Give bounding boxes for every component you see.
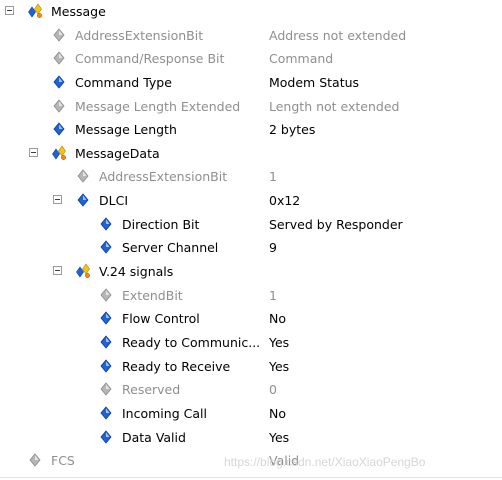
collapse-toggle-icon[interactable] — [53, 195, 62, 205]
blue-diamond-icon — [98, 429, 114, 445]
field-name: Command Type — [75, 74, 172, 90]
group-icon — [51, 145, 67, 161]
tree-row[interactable]: Incoming Call No — [0, 402, 502, 426]
field-value: Command — [269, 51, 334, 67]
tree-row[interactable]: ExtendBit 1 — [0, 284, 502, 308]
field-value: 0 — [269, 382, 277, 398]
field-name: ExtendBit — [122, 287, 183, 303]
tree-row[interactable]: MessageData — [0, 142, 502, 166]
gray-diamond-icon — [98, 381, 114, 397]
gray-diamond-icon — [51, 98, 67, 114]
field-name: V.24 signals — [99, 264, 174, 280]
gray-diamond-icon — [75, 168, 91, 184]
field-name: Server Channel — [122, 240, 219, 256]
tree-row[interactable]: Ready to Receive Yes — [0, 355, 502, 379]
tree-row[interactable]: Direction Bit Served by Responder — [0, 213, 502, 237]
blue-diamond-icon — [98, 405, 114, 421]
bottom-divider — [0, 477, 502, 478]
field-name: Reserved — [122, 382, 181, 398]
gray-diamond-icon — [27, 452, 43, 468]
field-value: 2 bytes — [269, 122, 316, 138]
field-value: No — [269, 405, 286, 421]
gray-diamond-icon — [51, 50, 67, 66]
field-value: Address not extended — [269, 27, 407, 43]
tree-row[interactable]: Command/Response Bit Command — [0, 47, 502, 71]
tree-row[interactable]: Message Length 2 bytes — [0, 118, 502, 142]
field-name: Direction Bit — [122, 216, 200, 232]
tree-row[interactable]: Data Valid Yes — [0, 426, 502, 450]
field-name: FCS — [51, 453, 75, 469]
blue-diamond-icon — [51, 121, 67, 137]
field-name: MessageData — [75, 145, 160, 161]
field-name: Incoming Call — [122, 405, 207, 421]
group-icon — [75, 263, 91, 279]
field-value: 9 — [269, 240, 277, 256]
tree-row[interactable]: Flow Control No — [0, 307, 502, 331]
field-name: Command/Response Bit — [75, 51, 225, 67]
field-name: AddressExtensionBit — [99, 169, 228, 185]
tree-row[interactable]: Command Type Modem Status — [0, 71, 502, 95]
field-value: Yes — [269, 358, 290, 374]
tree-row[interactable]: DLCI 0x12 — [0, 189, 502, 213]
watermark: https://blog.csdn.net/XiaoXiaoPengBo — [224, 455, 426, 469]
blue-diamond-icon — [75, 192, 91, 208]
collapse-toggle-icon[interactable] — [29, 147, 38, 157]
field-value: Yes — [269, 429, 290, 445]
collapse-toggle-icon[interactable] — [5, 6, 14, 15]
message-tree: Message AddressExtensionBit Address not ex… — [0, 0, 502, 473]
field-name: Message Length — [75, 122, 177, 138]
gray-diamond-icon — [98, 287, 114, 303]
field-value: 1 — [269, 287, 277, 303]
field-name: Ready to Communic... — [122, 334, 261, 350]
field-name: DLCI — [99, 193, 129, 209]
blue-diamond-icon — [51, 74, 67, 90]
tree-row[interactable]: Server Channel 9 — [0, 236, 502, 260]
field-value: Yes — [269, 334, 290, 350]
field-value: No — [269, 311, 286, 327]
blue-diamond-icon — [98, 358, 114, 374]
tree-row[interactable]: AddressExtensionBit Address not extended — [0, 24, 502, 48]
blue-diamond-icon — [98, 334, 114, 350]
field-value: Length not extended — [269, 98, 400, 114]
tree-row[interactable]: Reserved 0 — [0, 378, 502, 402]
tree-row[interactable]: Message Length Extended Length not extend… — [0, 95, 502, 119]
gray-diamond-icon — [51, 27, 67, 43]
field-value: 0x12 — [269, 193, 301, 209]
field-name: Ready to Receive — [122, 358, 231, 374]
field-value: 1 — [269, 169, 277, 185]
tree-row[interactable]: AddressExtensionBit 1 — [0, 165, 502, 189]
tree-row[interactable]: Message — [0, 0, 502, 24]
tree-row[interactable]: V.24 signals — [0, 260, 502, 284]
field-name: Data Valid — [122, 429, 186, 445]
blue-diamond-icon — [98, 310, 114, 326]
field-value: Modem Status — [269, 74, 360, 90]
field-name: Message Length Extended — [75, 98, 241, 114]
field-name: AddressExtensionBit — [75, 27, 204, 43]
tree-row[interactable]: Ready to Communic... Yes — [0, 331, 502, 355]
field-name: Message — [51, 4, 106, 19]
group-icon — [27, 3, 43, 19]
field-name: Flow Control — [122, 311, 200, 327]
blue-diamond-icon — [98, 239, 114, 255]
field-value: Served by Responder — [269, 216, 403, 232]
collapse-toggle-icon[interactable] — [53, 266, 62, 276]
blue-diamond-icon — [98, 216, 114, 232]
